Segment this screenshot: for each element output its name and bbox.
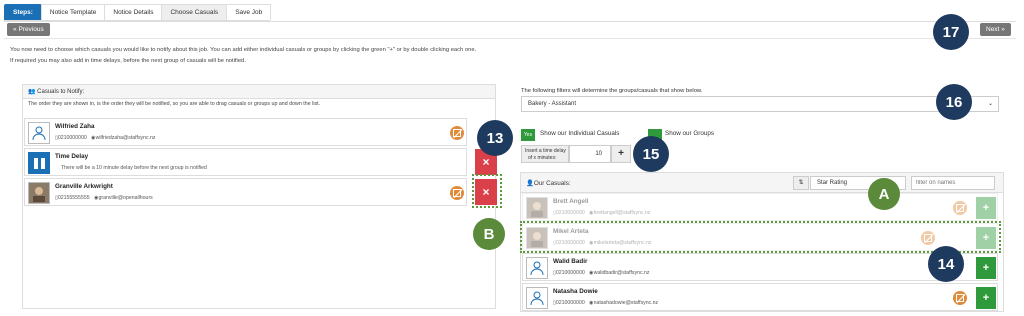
callout-16: 16	[936, 84, 972, 120]
callout-a: A	[868, 178, 900, 210]
notify-row-wilfried-zaha[interactable]: Wilfried Zaha ▯0210000000 ◉wilfriedzaha@…	[24, 118, 467, 146]
casual-contact: ▯02155555555 ◉granville@openallhours	[55, 195, 153, 201]
add-delay-button[interactable]: +	[611, 145, 631, 163]
casuals-title: 👤Our Casuals:	[526, 180, 571, 187]
intro-line-2: If required you may also add in time del…	[10, 58, 246, 64]
previous-button[interactable]: « Previous	[7, 23, 50, 36]
show-individual-toggle[interactable]: Yes	[521, 129, 535, 141]
choose-casuals-page: Steps: Notice Template Notice Details Ch…	[0, 0, 1024, 316]
show-individual-label: Show our Individual Casuals	[540, 130, 620, 137]
highlight-a	[520, 221, 1001, 253]
no-notify-icon	[953, 201, 967, 215]
callout-13: 13	[477, 120, 513, 156]
callout-14: 14	[928, 246, 964, 282]
casual-name: Brett Angell	[553, 198, 589, 205]
next-button[interactable]: Next »	[980, 23, 1011, 36]
callout-15: 15	[633, 136, 669, 172]
highlight-b	[472, 174, 502, 208]
casual-contact: ▯0210000000 ◉wilfriedzaha@staffsync.nz	[55, 135, 156, 141]
casual-contact: ▯0210000000 ◉brettangell@staffsync.nz	[553, 210, 651, 216]
intro-line-1: You now need to choose which casuals you…	[10, 47, 477, 53]
user-icon: 👤	[526, 180, 534, 187]
casual-row-natasha-dowie[interactable]: Natasha Dowie ▯0210000000 ◉natashadowie@…	[522, 283, 998, 311]
tab-notice-details[interactable]: Notice Details	[104, 4, 163, 20]
notify-row-time-delay[interactable]: Time Delay There will be a 10 minute del…	[24, 148, 467, 176]
double-chevron-left-icon: «	[13, 26, 17, 33]
add-casual-button[interactable]: +	[976, 197, 996, 219]
callout-17: 17	[933, 14, 969, 50]
double-chevron-right-icon: »	[1001, 26, 1005, 33]
divider	[4, 38, 1016, 39]
chevron-down-icon: ⌄	[987, 101, 993, 107]
user-placeholder-icon	[526, 287, 548, 309]
casual-name: Granville Arkwright	[55, 183, 113, 190]
tab-notice-template[interactable]: Notice Template	[40, 4, 106, 20]
sort-icon[interactable]: ⇅	[793, 176, 809, 190]
tab-divider	[4, 21, 1016, 22]
avatar	[526, 197, 548, 219]
casual-name: Natasha Dowie	[553, 288, 598, 295]
no-notify-icon	[953, 291, 967, 305]
user-placeholder-icon	[28, 122, 50, 144]
tab-choose-casuals[interactable]: Choose Casuals	[161, 4, 228, 20]
filter-names-input[interactable]	[911, 176, 995, 190]
casual-contact: ▯0210000000 ◉walidbadir@staffsync.nz	[553, 270, 650, 276]
drag-hint: The order they are shown in, is the orde…	[28, 101, 321, 107]
avatar	[28, 182, 50, 204]
no-notify-icon	[450, 186, 464, 200]
add-casual-button[interactable]: +	[976, 287, 996, 309]
casual-contact: ▯0210000000 ◉natashadowie@staffsync.nz	[553, 300, 659, 306]
show-groups-label: Show our Groups	[665, 130, 715, 137]
user-placeholder-icon	[526, 257, 548, 279]
notify-row-granville-arkwright[interactable]: Granville Arkwright ▯02155555555 ◉granvi…	[24, 178, 467, 206]
pause-icon	[28, 152, 50, 174]
tab-save-job[interactable]: Save Job	[226, 4, 272, 20]
filters-heading: The following filters will determine the…	[521, 88, 703, 94]
casual-name: Walid Badir	[553, 258, 588, 265]
casual-row-brett-angell[interactable]: Brett Angell ▯0210000000 ◉brettangell@st…	[522, 193, 998, 221]
tab-steps: Steps:	[4, 4, 42, 20]
casual-name: Wilfried Zaha	[55, 123, 95, 130]
panel-heading: 👥 Casuals to Notify:	[23, 85, 495, 99]
no-notify-icon	[450, 126, 464, 140]
add-casual-button[interactable]: +	[976, 257, 996, 279]
callout-b: B	[473, 218, 505, 250]
casual-row-walid-badir[interactable]: Walid Badir ▯0210000000 ◉walidbadir@staf…	[522, 253, 998, 281]
delay-title: Time Delay	[55, 153, 89, 160]
delay-note: There will be a 10 minute delay before t…	[61, 165, 207, 171]
steps-tabs: Steps: Notice Template Notice Details Ch…	[4, 4, 272, 21]
delay-label-box: Insert a time delay of x minutes:	[521, 145, 569, 163]
users-icon: 👥	[28, 89, 36, 95]
delay-minutes-input[interactable]: 10	[569, 145, 611, 163]
role-select[interactable]: Bakery - Assistant ⌄	[521, 96, 999, 112]
